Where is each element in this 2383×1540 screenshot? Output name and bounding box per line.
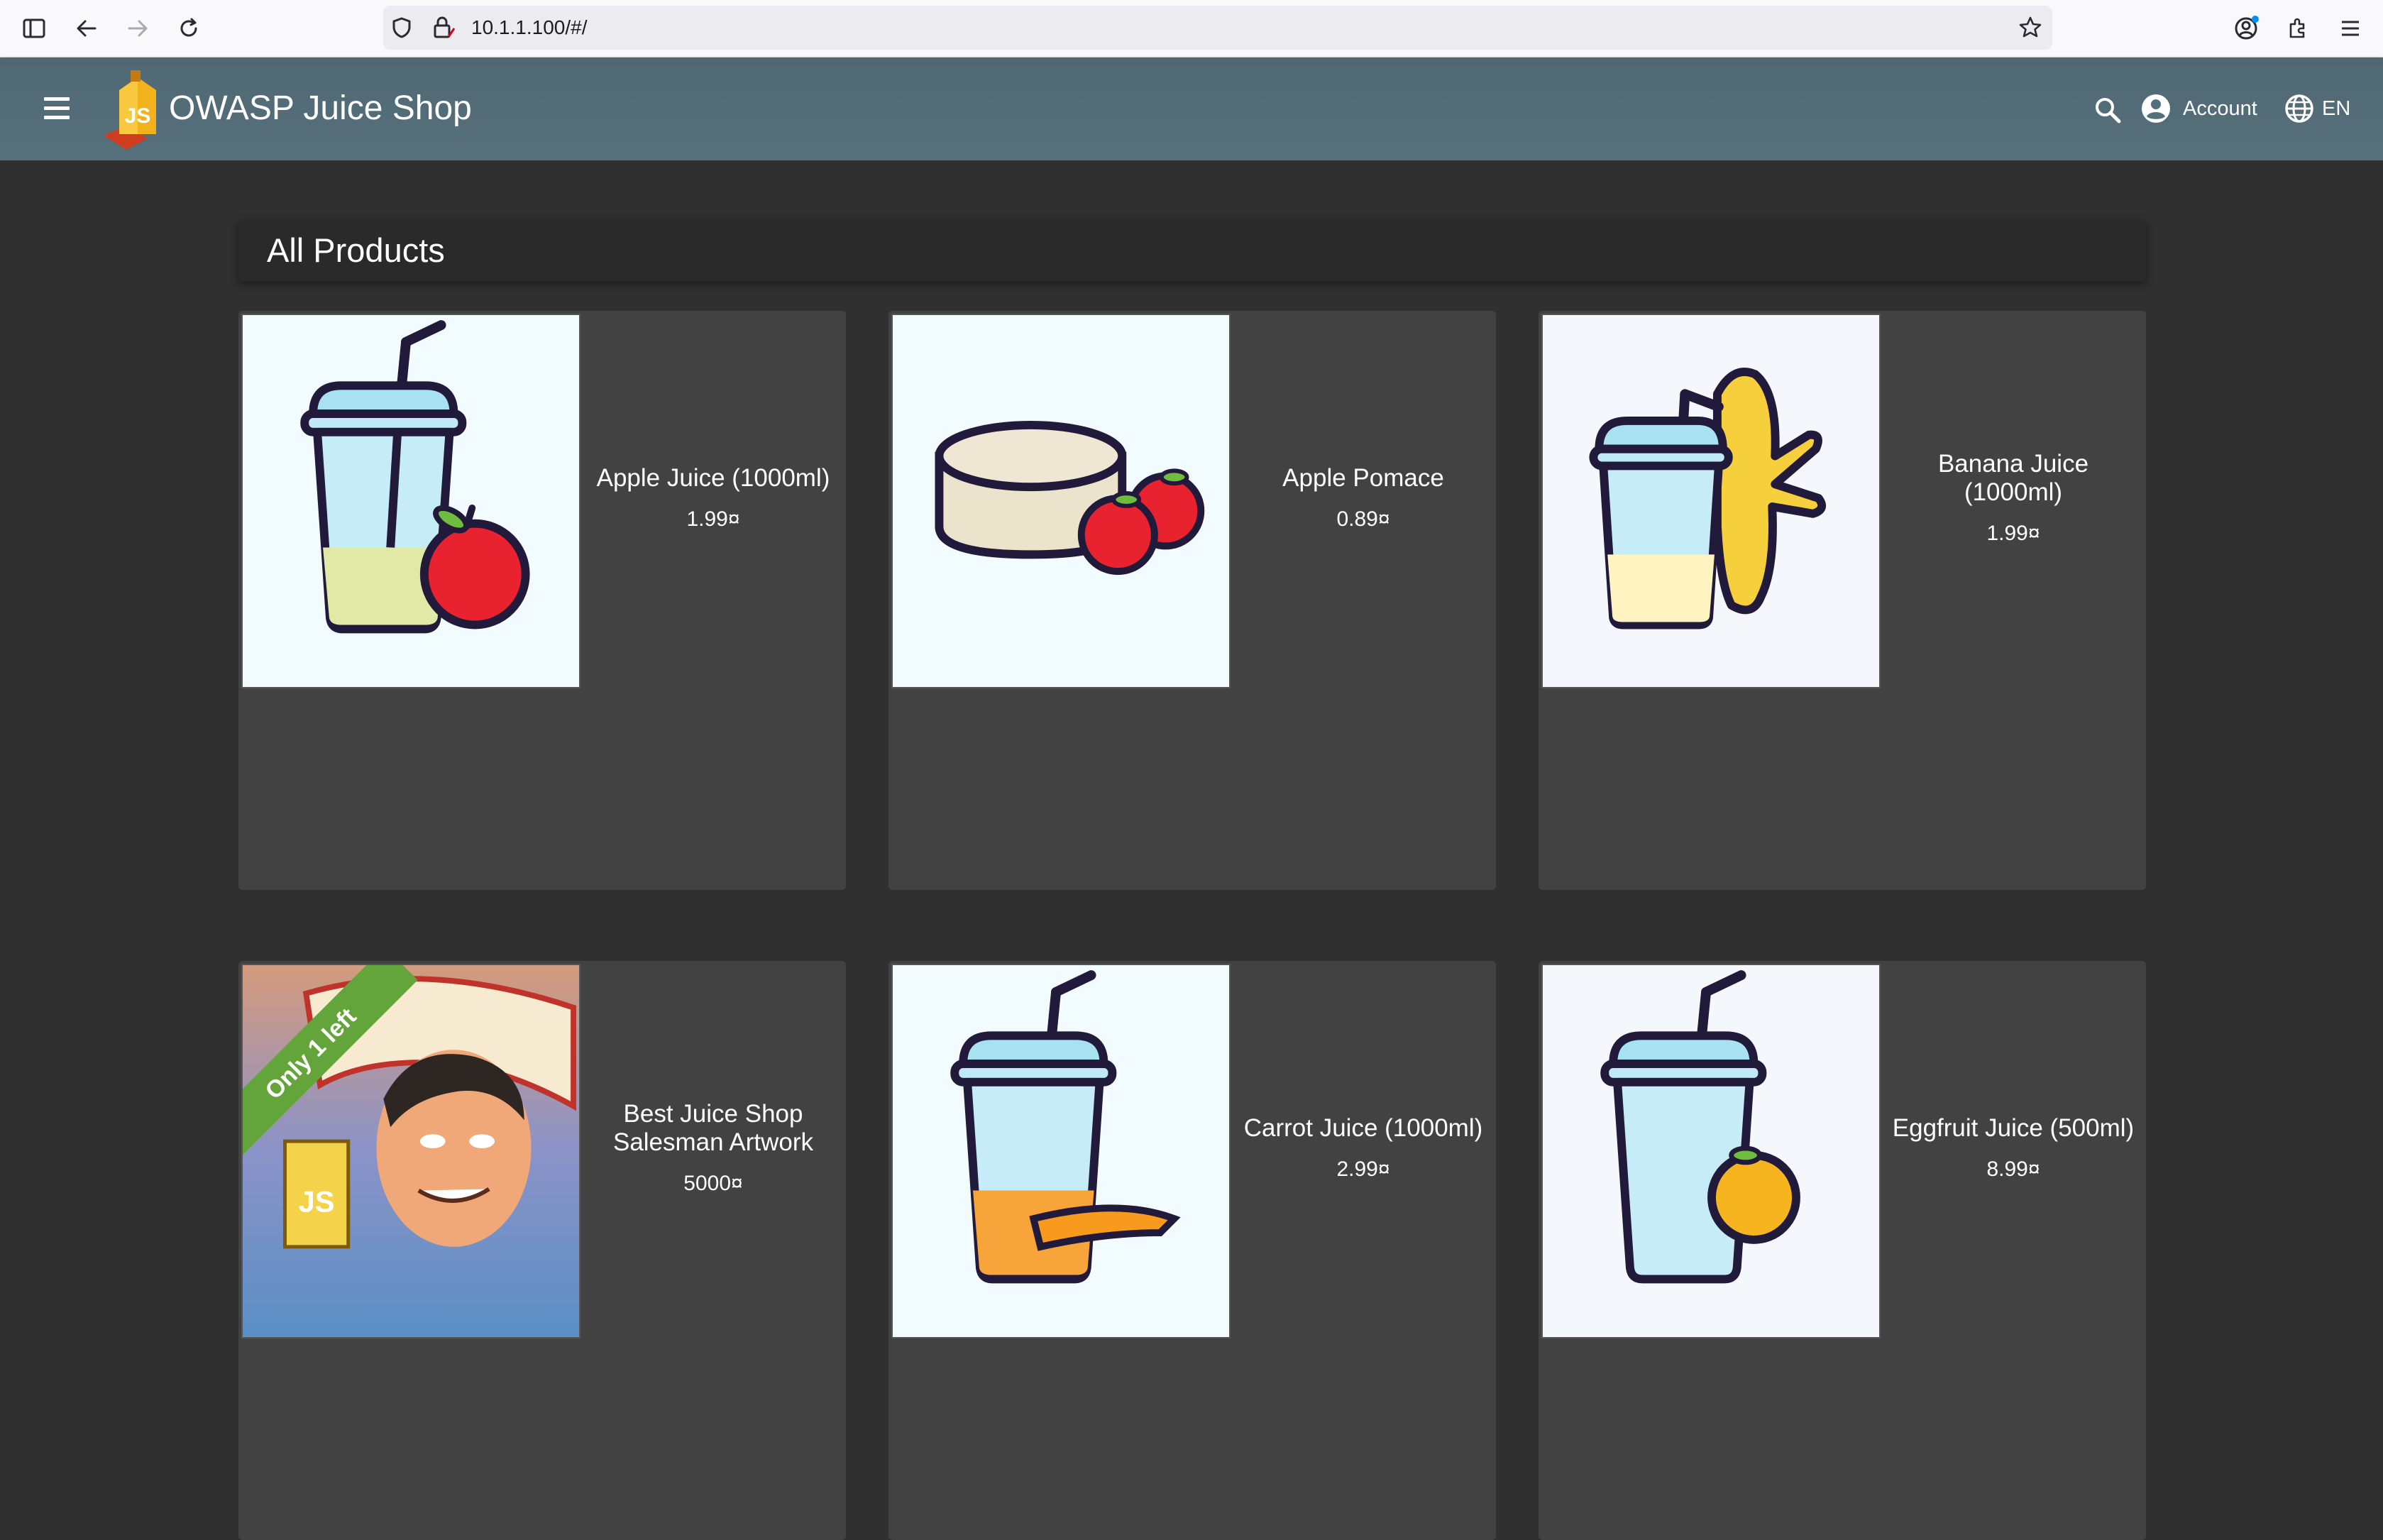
lock-icon[interactable] xyxy=(431,16,456,40)
product-price: 5000¤ xyxy=(683,1172,743,1195)
product-info: Eggfruit Juice (500ml) 8.99¤ xyxy=(1881,961,2146,1336)
product-card[interactable]: Apple Juice (1000ml) 1.99¤ xyxy=(238,311,846,890)
address-bar[interactable]: 10.1.1.100/#/ xyxy=(383,6,2052,50)
app-menu-icon[interactable] xyxy=(2335,13,2366,44)
forward-icon[interactable] xyxy=(122,13,153,44)
product-card[interactable]: Eggfruit Juice (500ml) 8.99¤ xyxy=(1539,961,2146,1540)
svg-text:JS: JS xyxy=(125,104,151,128)
product-name: Carrot Juice (1000ml) xyxy=(1243,1114,1483,1142)
language-button[interactable]: EN xyxy=(2322,94,2350,123)
product-price: 2.99¤ xyxy=(1336,1157,1390,1181)
account-button[interactable]: Account xyxy=(2183,94,2257,123)
extensions-icon[interactable] xyxy=(2282,13,2313,44)
product-image[interactable] xyxy=(891,964,1231,1338)
profile-icon[interactable] xyxy=(2231,13,2262,44)
product-card[interactable]: JS Only 1 left Best Juice Shop Salesman … xyxy=(238,961,846,1540)
url-text: 10.1.1.100/#/ xyxy=(471,16,588,38)
sidenav-menu-button[interactable] xyxy=(40,93,75,124)
product-name: Best Juice Shop Salesman Artwork xyxy=(612,1100,814,1156)
svg-text:JS: JS xyxy=(299,1184,335,1218)
product-info: Apple Juice (1000ml) 1.99¤ xyxy=(580,311,846,686)
product-card[interactable]: Banana Juice (1000ml) 1.99¤ xyxy=(1539,311,2146,890)
product-info: Banana Juice (1000ml) 1.99¤ xyxy=(1881,311,2146,686)
sidebar-toggle-icon[interactable] xyxy=(18,13,50,44)
product-image[interactable] xyxy=(1541,964,1881,1338)
account-circle-icon[interactable] xyxy=(2140,93,2172,124)
product-card[interactable]: Apple Pomace 0.89¤ xyxy=(888,311,1496,890)
product-name: Banana Juice (1000ml) xyxy=(1937,450,2089,506)
product-info: Apple Pomace 0.89¤ xyxy=(1231,311,1496,686)
shield-icon[interactable] xyxy=(392,17,413,38)
app-title[interactable]: OWASP Juice Shop xyxy=(169,89,472,128)
language-globe-icon[interactable] xyxy=(2284,93,2315,124)
juice-shop-logo[interactable]: JS xyxy=(98,70,169,150)
app-toolbar: JS OWASP Juice Shop Account EN xyxy=(0,57,2383,160)
product-price: 1.99¤ xyxy=(1986,522,2040,545)
page-header: All Products xyxy=(238,220,2146,281)
main-content: All Products Apple Juice (1000ml) 1.99¤ xyxy=(0,160,2383,1540)
product-image[interactable] xyxy=(1541,314,1881,688)
product-image[interactable] xyxy=(891,314,1231,688)
product-name: Eggfruit Juice (500ml) xyxy=(1892,1114,2135,1142)
product-price: 8.99¤ xyxy=(1986,1157,2040,1181)
product-image[interactable]: JS Only 1 left xyxy=(241,964,580,1338)
reload-icon[interactable] xyxy=(173,13,204,44)
product-info: Best Juice Shop Salesman Artwork 5000¤ xyxy=(580,961,846,1336)
page-title: All Products xyxy=(267,231,445,269)
product-image[interactable] xyxy=(241,314,580,688)
product-card[interactable]: Carrot Juice (1000ml) 2.99¤ xyxy=(888,961,1496,1540)
product-name: Apple Pomace xyxy=(1282,464,1444,492)
search-icon[interactable] xyxy=(2092,94,2123,126)
product-name: Apple Juice (1000ml) xyxy=(596,464,830,492)
product-price: 1.99¤ xyxy=(686,507,740,531)
back-icon[interactable] xyxy=(71,13,102,44)
product-price: 0.89¤ xyxy=(1336,507,1390,531)
bookmark-star-icon[interactable] xyxy=(2018,16,2042,40)
browser-toolbar: 10.1.1.100/#/ xyxy=(0,0,2383,57)
product-info: Carrot Juice (1000ml) 2.99¤ xyxy=(1231,961,1496,1336)
